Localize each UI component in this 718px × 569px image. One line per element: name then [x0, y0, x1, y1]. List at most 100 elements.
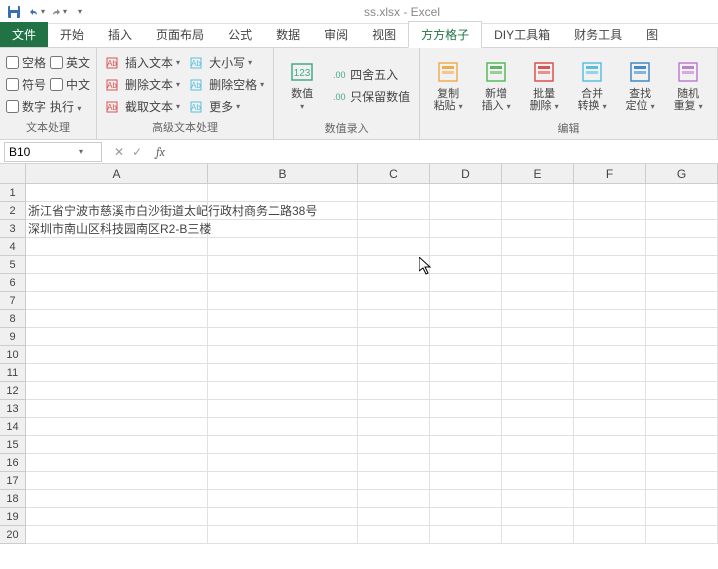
cell-C7[interactable] [358, 292, 430, 310]
cell-D3[interactable] [430, 220, 502, 238]
tab-10[interactable]: 图 [634, 22, 670, 47]
check-执行[interactable]: 执行 ▾ [50, 97, 90, 117]
cell-F13[interactable] [574, 400, 646, 418]
cell-C16[interactable] [358, 454, 430, 472]
cell-C9[interactable] [358, 328, 430, 346]
cell-A4[interactable] [26, 238, 208, 256]
chevron-down-icon[interactable]: ▾ [79, 147, 83, 156]
cell-C5[interactable] [358, 256, 430, 274]
cell-D11[interactable] [430, 364, 502, 382]
tab-1[interactable]: 插入 [96, 22, 144, 47]
cell-E8[interactable] [502, 310, 574, 328]
cell-F19[interactable] [574, 508, 646, 526]
cell-B18[interactable] [208, 490, 358, 508]
col-header-E[interactable]: E [502, 164, 574, 184]
cell-E9[interactable] [502, 328, 574, 346]
cell-G17[interactable] [646, 472, 718, 490]
cell-A1[interactable] [26, 184, 208, 202]
cell-B14[interactable] [208, 418, 358, 436]
enter-icon[interactable]: ✓ [132, 145, 142, 159]
row-header-16[interactable]: 16 [0, 454, 26, 472]
cell-B3[interactable] [208, 220, 358, 238]
cell-C14[interactable] [358, 418, 430, 436]
cell-C6[interactable] [358, 274, 430, 292]
tab-6[interactable]: 视图 [360, 22, 408, 47]
name-box[interactable]: ▾ [4, 142, 102, 162]
cell-D6[interactable] [430, 274, 502, 292]
cell-A18[interactable] [26, 490, 208, 508]
check-数字[interactable]: 数字 [6, 97, 46, 117]
tab-4[interactable]: 数据 [264, 22, 312, 47]
cell-D13[interactable] [430, 400, 502, 418]
cell-A6[interactable] [26, 274, 208, 292]
cell-A14[interactable] [26, 418, 208, 436]
check-中文[interactable]: 中文 [50, 75, 90, 95]
num-btn-1[interactable]: .00只保留数值 [328, 86, 413, 106]
cell-E11[interactable] [502, 364, 574, 382]
cell-E2[interactable] [502, 202, 574, 220]
adv-btn-4[interactable]: Ab删除空格 ▾ [187, 75, 267, 95]
cell-G10[interactable] [646, 346, 718, 364]
cell-B12[interactable] [208, 382, 358, 400]
cell-G9[interactable] [646, 328, 718, 346]
cell-E5[interactable] [502, 256, 574, 274]
row-header-1[interactable]: 1 [0, 184, 26, 202]
cell-D2[interactable] [430, 202, 502, 220]
tab-2[interactable]: 页面布局 [144, 22, 216, 47]
cell-F16[interactable] [574, 454, 646, 472]
tab-8[interactable]: DIY工具箱 [482, 22, 562, 47]
row-header-11[interactable]: 11 [0, 364, 26, 382]
cell-D1[interactable] [430, 184, 502, 202]
cell-F2[interactable] [574, 202, 646, 220]
cell-G4[interactable] [646, 238, 718, 256]
cell-E6[interactable] [502, 274, 574, 292]
cell-B13[interactable] [208, 400, 358, 418]
select-all-corner[interactable] [0, 164, 26, 184]
edit-big-3[interactable]: 合并转换 ▾ [570, 52, 614, 118]
row-header-13[interactable]: 13 [0, 400, 26, 418]
cell-B16[interactable] [208, 454, 358, 472]
cell-A9[interactable] [26, 328, 208, 346]
cell-E4[interactable] [502, 238, 574, 256]
row-header-15[interactable]: 15 [0, 436, 26, 454]
cell-B10[interactable] [208, 346, 358, 364]
cell-D15[interactable] [430, 436, 502, 454]
check-空格[interactable]: 空格 [6, 53, 46, 73]
cell-F12[interactable] [574, 382, 646, 400]
cell-D9[interactable] [430, 328, 502, 346]
cell-F20[interactable] [574, 526, 646, 544]
cell-A11[interactable] [26, 364, 208, 382]
row-header-3[interactable]: 3 [0, 220, 26, 238]
cell-C20[interactable] [358, 526, 430, 544]
cell-F7[interactable] [574, 292, 646, 310]
cell-E19[interactable] [502, 508, 574, 526]
cell-E13[interactable] [502, 400, 574, 418]
cell-G18[interactable] [646, 490, 718, 508]
cell-G13[interactable] [646, 400, 718, 418]
cell-C2[interactable] [358, 202, 430, 220]
cell-D18[interactable] [430, 490, 502, 508]
tab-9[interactable]: 财务工具 [562, 22, 634, 47]
fx-icon[interactable]: fx [150, 145, 171, 159]
cell-C13[interactable] [358, 400, 430, 418]
cell-B4[interactable] [208, 238, 358, 256]
tab-3[interactable]: 公式 [216, 22, 264, 47]
cell-A19[interactable] [26, 508, 208, 526]
edit-big-4[interactable]: 查找定位 ▾ [618, 52, 662, 118]
cell-G7[interactable] [646, 292, 718, 310]
row-header-10[interactable]: 10 [0, 346, 26, 364]
cancel-icon[interactable]: ✕ [114, 145, 124, 159]
tab-7[interactable]: 方方格子 [408, 21, 482, 48]
cell-A20[interactable] [26, 526, 208, 544]
check-符号[interactable]: 符号 [6, 75, 46, 95]
row-header-12[interactable]: 12 [0, 382, 26, 400]
col-header-G[interactable]: G [646, 164, 718, 184]
adv-btn-0[interactable]: Ab插入文本 ▾ [103, 53, 183, 73]
cell-A12[interactable] [26, 382, 208, 400]
cell-D5[interactable] [430, 256, 502, 274]
cell-D19[interactable] [430, 508, 502, 526]
qat-customize-icon[interactable]: ▾ [70, 2, 90, 22]
row-header-14[interactable]: 14 [0, 418, 26, 436]
formula-input[interactable] [171, 142, 718, 162]
cell-B7[interactable] [208, 292, 358, 310]
